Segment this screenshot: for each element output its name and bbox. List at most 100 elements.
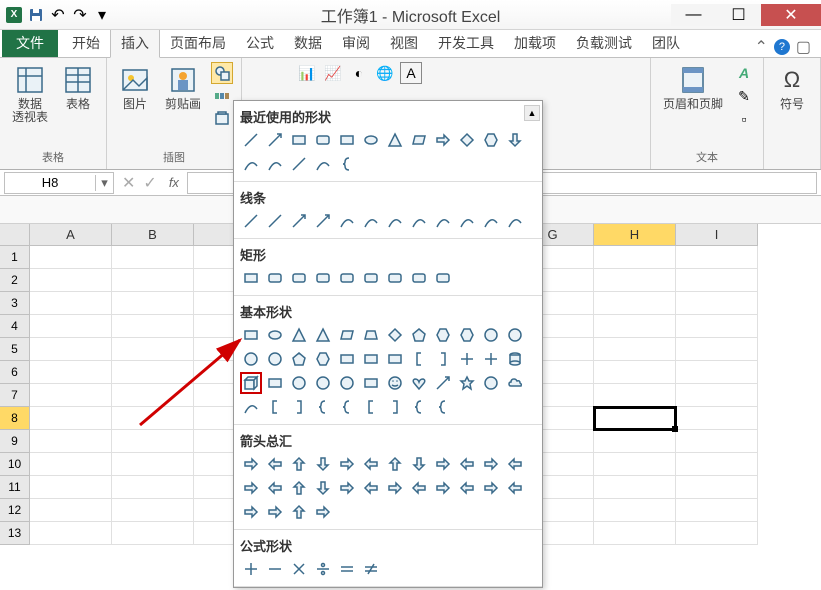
- shape-item[interactable]: [240, 129, 262, 151]
- shape-item[interactable]: [504, 372, 526, 394]
- hyperlink-button[interactable]: 🌐: [374, 62, 396, 84]
- cell[interactable]: [594, 522, 676, 545]
- shape-item[interactable]: [480, 348, 502, 370]
- cell[interactable]: [594, 453, 676, 476]
- shape-item[interactable]: [360, 210, 382, 232]
- cell[interactable]: [676, 407, 758, 430]
- shapes-button[interactable]: [211, 62, 233, 84]
- tab-team[interactable]: 团队: [642, 29, 690, 57]
- shape-item[interactable]: [264, 210, 286, 232]
- shape-item[interactable]: [288, 453, 310, 475]
- shape-item[interactable]: [336, 453, 358, 475]
- col-header[interactable]: B: [112, 224, 194, 246]
- qat-more-icon[interactable]: ▾: [92, 5, 112, 25]
- col-header[interactable]: A: [30, 224, 112, 246]
- cell[interactable]: [30, 269, 112, 292]
- shape-item[interactable]: [360, 477, 382, 499]
- shape-item[interactable]: [360, 372, 382, 394]
- cell[interactable]: [112, 338, 194, 361]
- shape-item[interactable]: [312, 267, 334, 289]
- shape-item[interactable]: [336, 477, 358, 499]
- scroll-up-icon[interactable]: ▲: [524, 105, 540, 121]
- cell[interactable]: [676, 246, 758, 269]
- shape-item[interactable]: [240, 210, 262, 232]
- shape-item[interactable]: [360, 558, 382, 580]
- shape-item[interactable]: [408, 396, 430, 418]
- shape-item[interactable]: [384, 372, 406, 394]
- close-button[interactable]: ✕: [761, 4, 821, 26]
- cell[interactable]: [676, 430, 758, 453]
- shape-item[interactable]: [504, 324, 526, 346]
- col-header-selected[interactable]: H: [594, 224, 676, 246]
- cell[interactable]: [594, 292, 676, 315]
- shape-item[interactable]: [240, 558, 262, 580]
- smartart-button[interactable]: [211, 85, 233, 107]
- symbol-button[interactable]: Ω 符号: [772, 62, 812, 113]
- cell[interactable]: [676, 361, 758, 384]
- cell[interactable]: [112, 292, 194, 315]
- shape-item[interactable]: [480, 477, 502, 499]
- shape-item[interactable]: [504, 477, 526, 499]
- shape-item[interactable]: [408, 210, 430, 232]
- shape-item[interactable]: [288, 210, 310, 232]
- shape-item[interactable]: [408, 267, 430, 289]
- cell[interactable]: [30, 361, 112, 384]
- cell[interactable]: [30, 453, 112, 476]
- shape-item[interactable]: [432, 348, 454, 370]
- cell[interactable]: [594, 476, 676, 499]
- shape-item[interactable]: [240, 501, 262, 523]
- cell[interactable]: [676, 315, 758, 338]
- window-restore-icon[interactable]: ▢: [796, 37, 811, 57]
- clipart-button[interactable]: 剪贴画: [161, 62, 205, 113]
- table-button[interactable]: 表格: [58, 62, 98, 113]
- shape-item[interactable]: [336, 153, 358, 175]
- shape-item[interactable]: [312, 348, 334, 370]
- shape-item[interactable]: [432, 372, 454, 394]
- shape-item[interactable]: [384, 477, 406, 499]
- tab-loadtest[interactable]: 负载测试: [566, 29, 642, 57]
- row-header[interactable]: 7: [0, 384, 30, 407]
- shape-item[interactable]: [336, 210, 358, 232]
- cell[interactable]: [676, 338, 758, 361]
- shape-item[interactable]: [384, 396, 406, 418]
- redo-icon[interactable]: ↷: [70, 5, 90, 25]
- shape-item[interactable]: [240, 267, 262, 289]
- shape-item[interactable]: [288, 396, 310, 418]
- col-header[interactable]: I: [676, 224, 758, 246]
- shape-item[interactable]: [384, 453, 406, 475]
- fx-button[interactable]: fx: [161, 175, 187, 190]
- cell[interactable]: [594, 430, 676, 453]
- pie-chart-button[interactable]: ◐: [348, 62, 370, 84]
- shape-item[interactable]: [240, 348, 262, 370]
- screenshot-button[interactable]: [211, 108, 233, 130]
- cell[interactable]: [30, 499, 112, 522]
- shape-item[interactable]: [456, 129, 478, 151]
- shape-item[interactable]: [432, 324, 454, 346]
- tab-addins[interactable]: 加载项: [504, 29, 566, 57]
- cell[interactable]: [112, 315, 194, 338]
- row-header[interactable]: 13: [0, 522, 30, 545]
- shape-item[interactable]: [432, 267, 454, 289]
- pivot-table-button[interactable]: 数据 透视表: [8, 62, 52, 126]
- row-header[interactable]: 10: [0, 453, 30, 476]
- shape-item[interactable]: [384, 210, 406, 232]
- cell[interactable]: [30, 384, 112, 407]
- shape-item[interactable]: [312, 210, 334, 232]
- maximize-button[interactable]: ☐: [716, 4, 761, 26]
- shape-item[interactable]: [240, 477, 262, 499]
- tab-home[interactable]: 开始: [62, 29, 110, 57]
- shape-item[interactable]: [336, 372, 358, 394]
- shape-item[interactable]: [480, 324, 502, 346]
- tab-developer[interactable]: 开发工具: [428, 29, 504, 57]
- shape-item[interactable]: [384, 324, 406, 346]
- shape-item[interactable]: [264, 396, 286, 418]
- cell[interactable]: [30, 522, 112, 545]
- shape-item[interactable]: [408, 372, 430, 394]
- shape-item[interactable]: [288, 267, 310, 289]
- shape-item[interactable]: [480, 372, 502, 394]
- shape-item[interactable]: [312, 324, 334, 346]
- shape-item[interactable]: [264, 372, 286, 394]
- cell[interactable]: [30, 476, 112, 499]
- cell[interactable]: [676, 476, 758, 499]
- cell[interactable]: [594, 384, 676, 407]
